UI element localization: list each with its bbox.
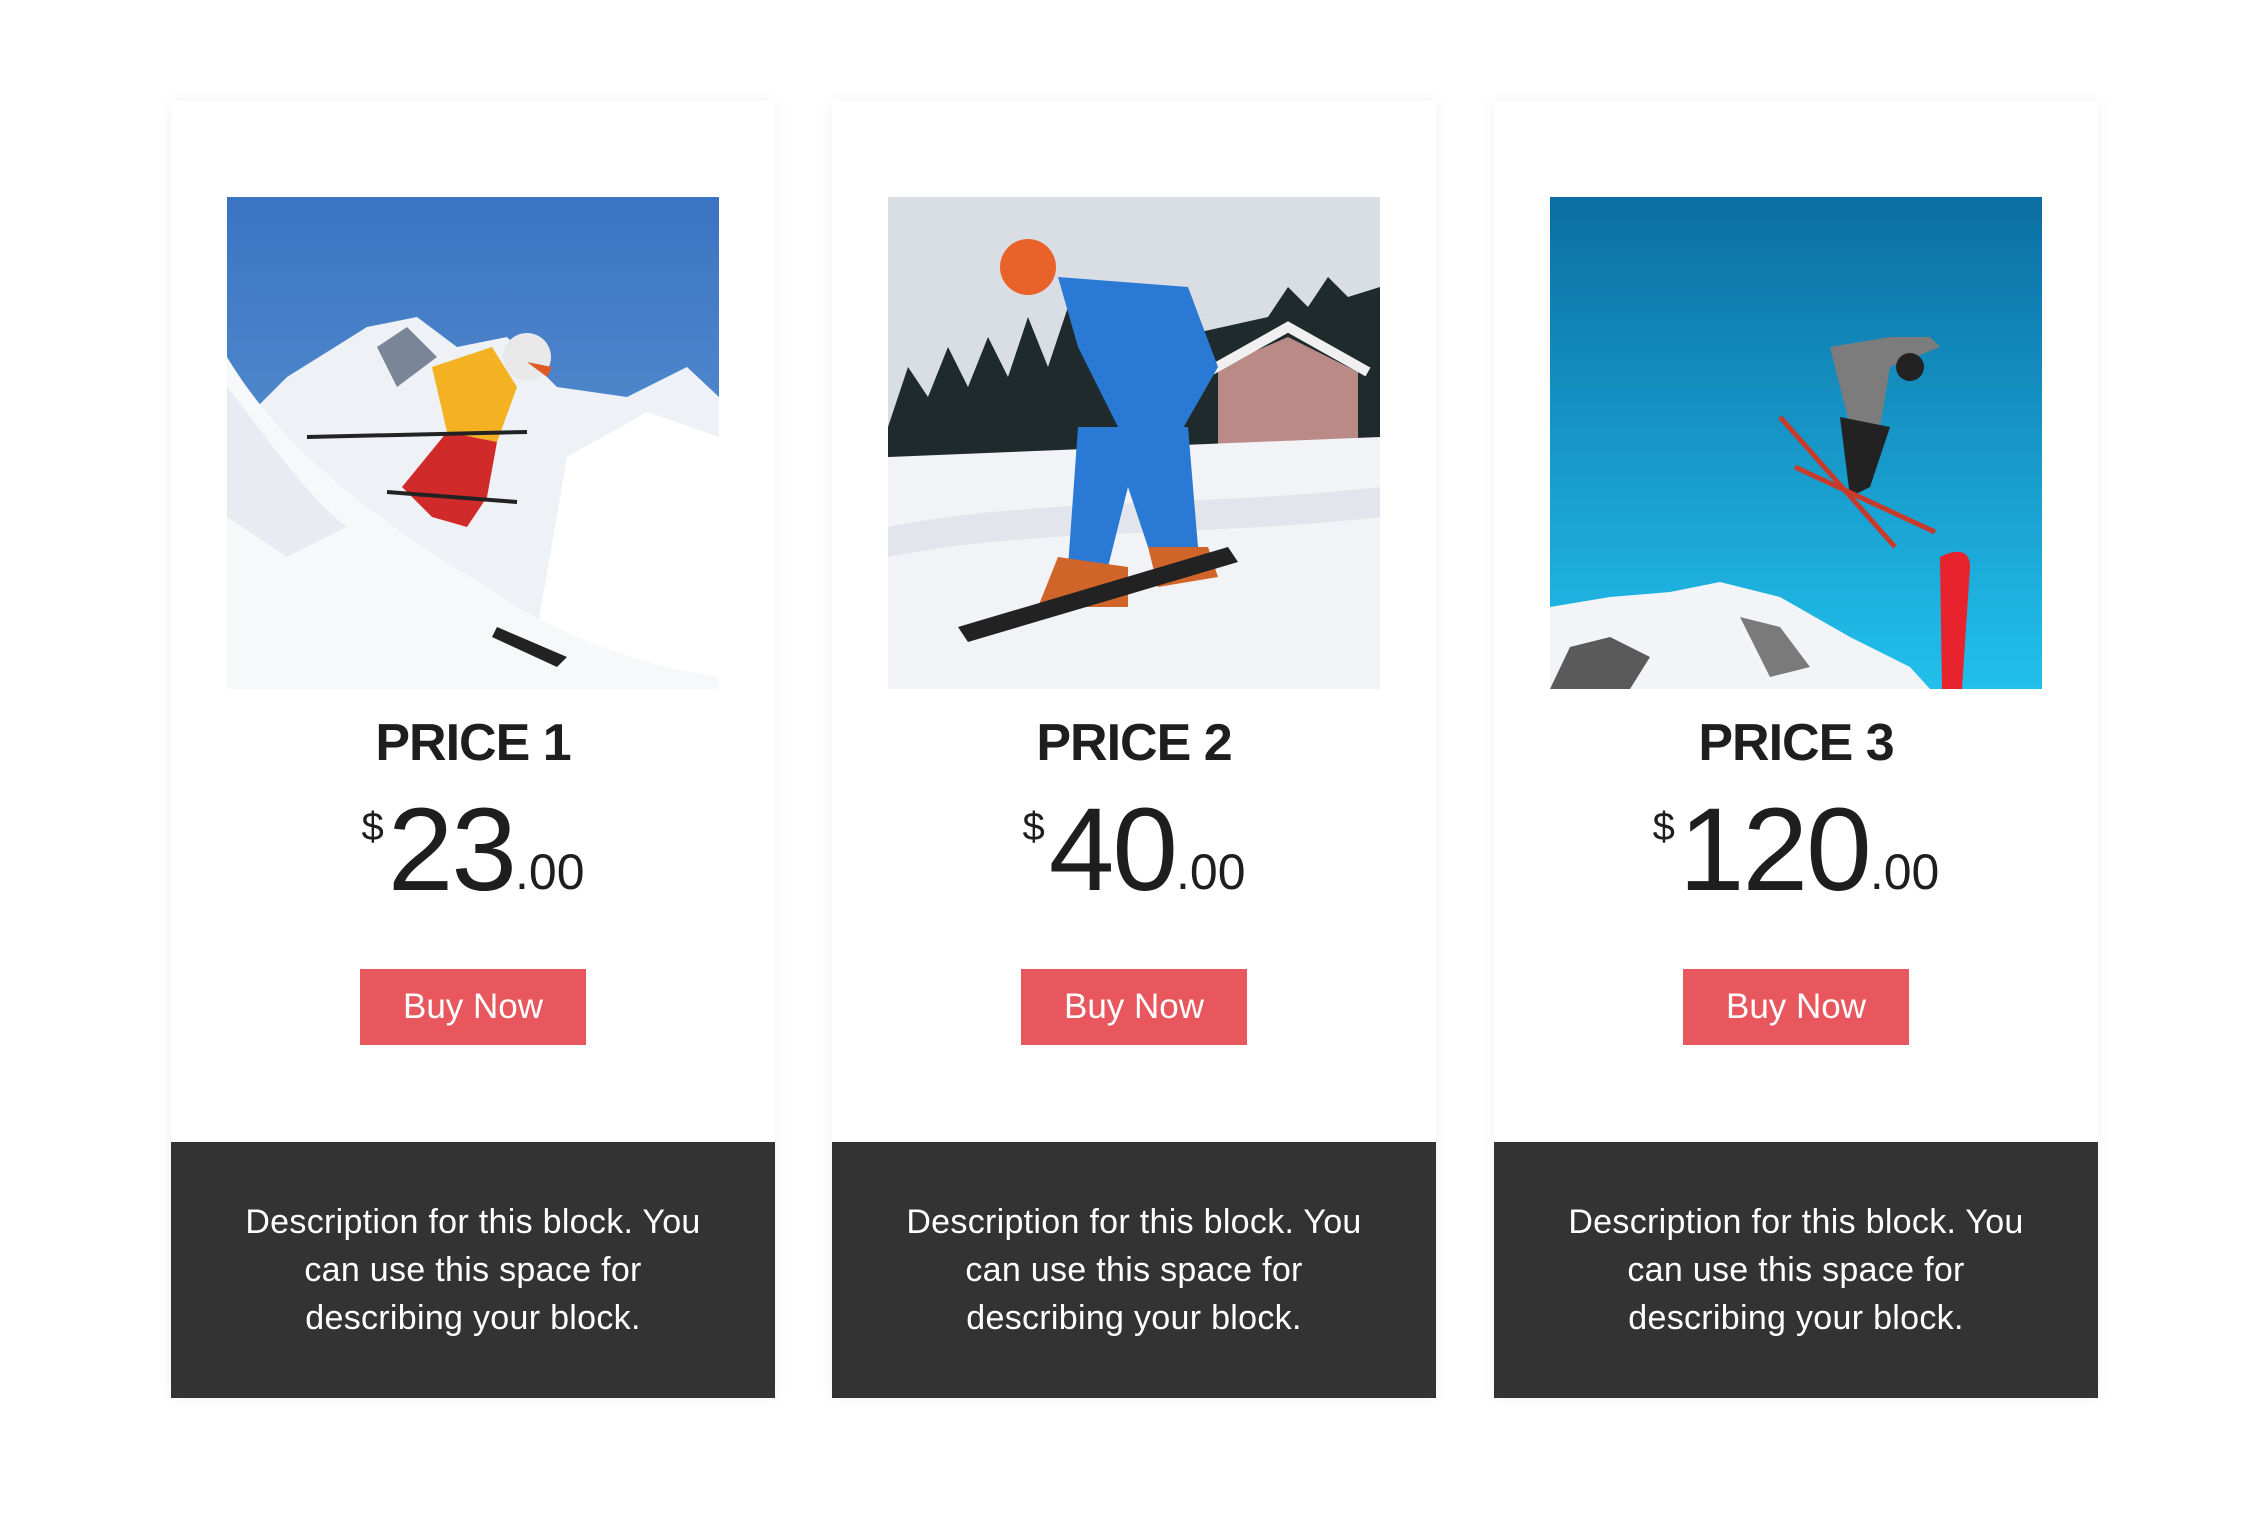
price-cents: .00 <box>1869 844 1940 900</box>
price-amount: 40 <box>1048 784 1178 916</box>
card-description: Description for this block. You can use … <box>245 1203 701 1337</box>
card-top: PRICE 1 $ 23 .00 Buy Now <box>171 101 775 1142</box>
price-cents: .00 <box>515 844 585 900</box>
card-title: PRICE 2 <box>1036 714 1232 772</box>
card-description: Description for this block. You can use … <box>906 1203 1362 1337</box>
currency-symbol: $ <box>1652 805 1675 849</box>
buy-now-button[interactable]: Buy Now <box>1021 969 1247 1045</box>
pricing-page: PRICE 1 $ 23 .00 Buy Now Description for… <box>0 0 2260 1526</box>
price-amount: 120 <box>1678 784 1872 916</box>
ski-jumper-photo <box>1550 197 2042 689</box>
card-description-panel: Description for this block. You can use … <box>1494 1142 2098 1398</box>
card-title: PRICE 3 <box>1698 714 1894 772</box>
snowboarder-photo <box>888 197 1380 689</box>
price-display: $ 23 .00 <box>171 791 775 909</box>
card-description-panel: Description for this block. You can use … <box>171 1142 775 1398</box>
card-title: PRICE 1 <box>375 714 571 772</box>
card-top: PRICE 3 $ 120 .00 Buy Now <box>1494 101 2098 1142</box>
price-display: $ 40 .00 <box>832 791 1436 909</box>
card-description-panel: Description for this block. You can use … <box>832 1142 1436 1398</box>
currency-symbol: $ <box>1022 805 1045 849</box>
price-display: $ 120 .00 <box>1494 791 2098 909</box>
card-description: Description for this block. You can use … <box>1568 1203 2024 1337</box>
pricing-card-1: PRICE 1 $ 23 .00 Buy Now Description for… <box>171 101 775 1398</box>
price-cents: .00 <box>1176 844 1246 900</box>
buy-now-button[interactable]: Buy Now <box>1683 969 1909 1045</box>
skier-downhill-photo <box>227 197 719 689</box>
buy-now-button[interactable]: Buy Now <box>360 969 586 1045</box>
pricing-card-2: PRICE 2 $ 40 .00 Buy Now Description for… <box>832 101 1436 1398</box>
currency-symbol: $ <box>361 805 384 849</box>
card-top: PRICE 2 $ 40 .00 Buy Now <box>832 101 1436 1142</box>
pricing-card-3: PRICE 3 $ 120 .00 Buy Now Description fo… <box>1494 101 2098 1398</box>
price-amount: 23 <box>387 784 517 916</box>
